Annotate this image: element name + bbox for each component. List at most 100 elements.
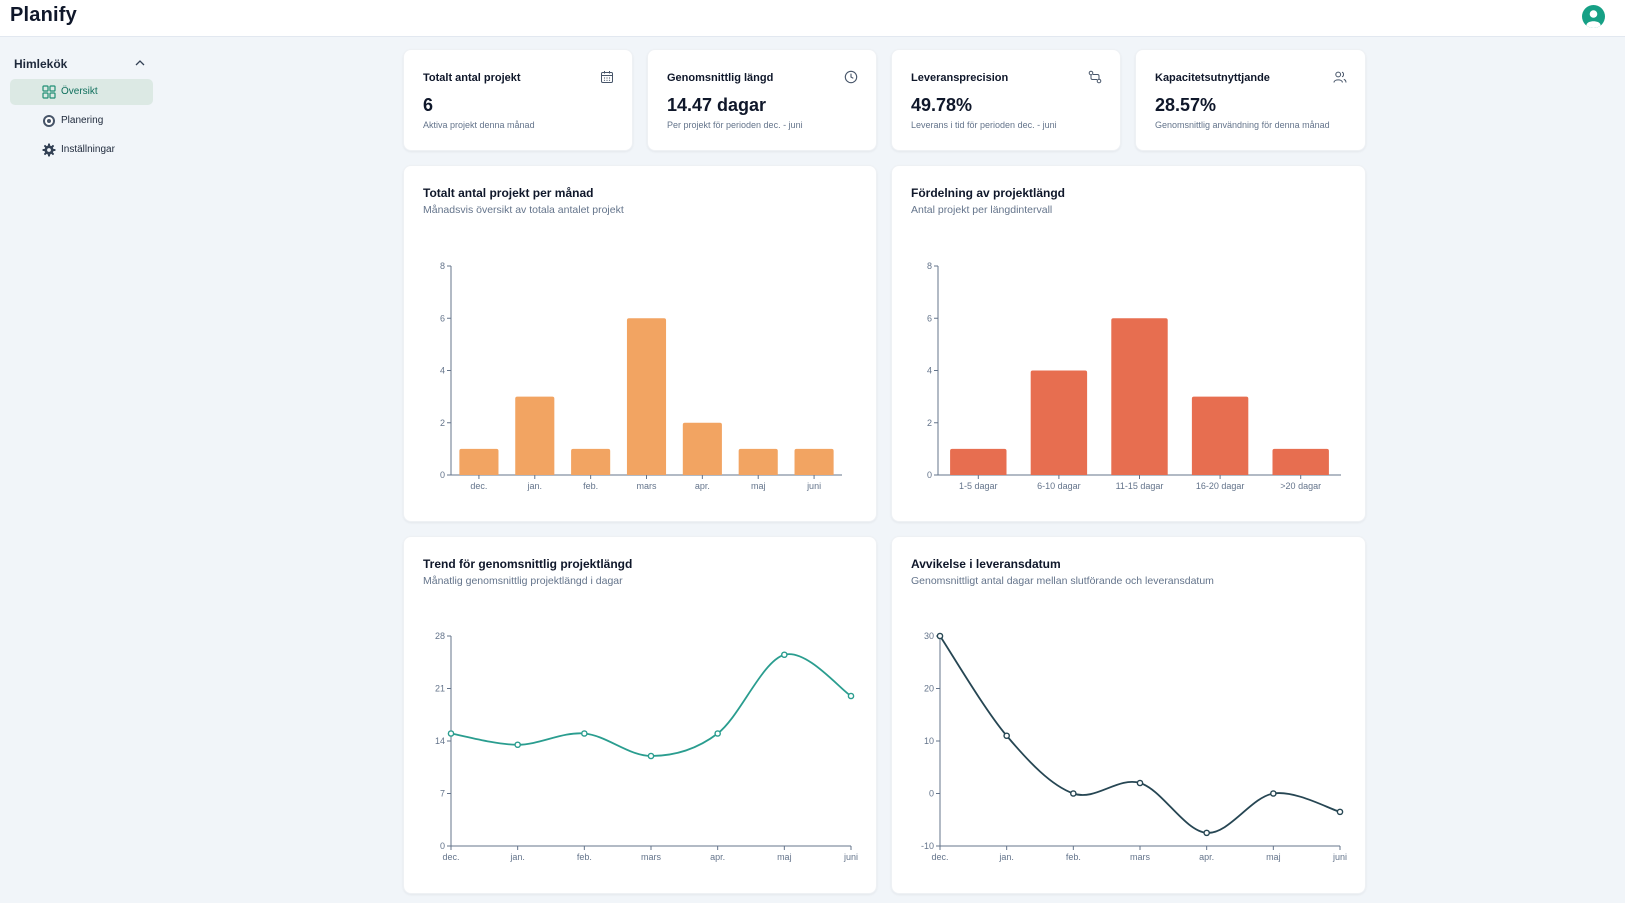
y-tick-label: 8 xyxy=(440,261,445,271)
data-point xyxy=(1003,732,1010,740)
y-tick-label: 10 xyxy=(924,736,934,746)
line-chart-delivery-deviation: -10 0 10 20 30 dec. jan. feb. mars apr. maj juni xyxy=(921,631,1347,862)
bar xyxy=(571,448,611,475)
users-icon xyxy=(1333,71,1347,83)
x-tick-label: juni xyxy=(806,481,821,491)
target-icon xyxy=(43,115,55,127)
data-point xyxy=(447,730,455,737)
data-point xyxy=(936,632,944,640)
x-tick-label: jan. xyxy=(509,852,525,862)
y-tick-label: 20 xyxy=(924,684,934,694)
stat-value: 6 xyxy=(423,95,434,115)
sidebar-group-header[interactable]: Himlekök xyxy=(14,55,148,75)
x-tick-label: >20 dagar xyxy=(1280,481,1321,491)
y-tick-label: 6 xyxy=(927,313,932,323)
bar-chart-projects-per-month: 0 2 4 6 8 dec. jan. feb. mars apr. maj juni xyxy=(440,261,842,491)
x-tick-label: maj xyxy=(777,852,792,862)
bar xyxy=(738,448,778,475)
x-tick-label: dec. xyxy=(470,481,487,491)
y-tick-label: 7 xyxy=(440,789,445,799)
bar xyxy=(1030,370,1088,475)
stat-card-average-length: Genomsnittlig längd 14.47 dagar Per proj… xyxy=(647,49,877,151)
dashboard-grid-icon xyxy=(42,85,56,99)
stat-subtitle: Aktiva projekt denna månad xyxy=(423,120,535,130)
y-tick-label: 14 xyxy=(435,736,445,746)
x-tick-label: juni xyxy=(843,852,858,862)
x-tick-label: 6-10 dagar xyxy=(1037,481,1081,491)
y-tick-label: 0 xyxy=(440,470,445,480)
stat-subtitle: Leverans i tid för perioden dec. - juni xyxy=(911,120,1057,130)
chevron-up-icon[interactable] xyxy=(135,59,145,67)
data-point xyxy=(1136,779,1144,787)
x-tick-label: 16-20 dagar xyxy=(1196,481,1245,491)
data-point xyxy=(1070,790,1077,797)
data-point xyxy=(647,752,655,760)
x-tick-label: apr. xyxy=(1199,852,1214,862)
y-tick-label: 21 xyxy=(435,684,445,694)
y-tick-label: 0 xyxy=(929,789,934,799)
x-tick-label: apr. xyxy=(710,852,725,862)
data-point xyxy=(714,730,721,737)
stat-card-delivery-precision: Leveransprecision 49.78% Leverans i tid … xyxy=(891,49,1121,151)
sidebar: Himlekök Översikt Planering Inställninga… xyxy=(0,37,165,903)
x-tick-label: dec. xyxy=(442,852,459,862)
data-point xyxy=(1203,829,1210,837)
x-tick-label: mars xyxy=(1130,852,1150,862)
stat-subtitle: Per projekt för perioden dec. - juni xyxy=(667,120,803,130)
sidebar-item-oversikt[interactable]: Översikt xyxy=(10,79,153,105)
bar xyxy=(950,448,1007,475)
clock-icon xyxy=(844,70,858,84)
data-point xyxy=(847,692,855,700)
y-tick-label: 0 xyxy=(440,841,445,851)
stat-title: Totalt antal projekt xyxy=(423,72,521,84)
top-bar: Planify xyxy=(0,0,1625,37)
bar-chart-length-distribution: 0 2 4 6 8 1-5 dagar 6-10 dagar 11-15 dagar 16-20… xyxy=(927,261,1341,491)
sidebar-item-label: Inställningar xyxy=(61,144,115,155)
sidebar-item-label: Översikt xyxy=(61,86,98,97)
y-tick-label: 28 xyxy=(435,631,445,641)
route-icon xyxy=(1088,70,1102,84)
x-tick-label: feb. xyxy=(583,481,598,491)
series-line xyxy=(450,653,852,757)
x-tick-label: juni xyxy=(1332,852,1347,862)
stat-card-capacity: Kapacitetsutnyttjande 28.57% Genomsnittl… xyxy=(1135,49,1366,151)
y-tick-label: 4 xyxy=(927,366,932,376)
app-logo[interactable]: Planify xyxy=(10,4,77,27)
stat-value: 28.57% xyxy=(1155,95,1217,115)
series-line xyxy=(939,635,1341,834)
y-tick-label: 0 xyxy=(927,470,932,480)
sidebar-item-planering[interactable]: Planering xyxy=(10,108,153,134)
x-tick-label: dec. xyxy=(931,852,948,862)
sidebar-group-label: Himlekök xyxy=(14,57,68,71)
bar xyxy=(626,318,667,475)
stat-title: Kapacitetsutnyttjande xyxy=(1155,72,1270,84)
y-tick-label: 30 xyxy=(924,631,934,641)
x-tick-label: maj xyxy=(751,481,766,491)
bar xyxy=(1191,396,1249,475)
bar xyxy=(459,448,499,475)
user-circle-icon[interactable] xyxy=(1582,5,1605,28)
data-point xyxy=(1336,808,1344,816)
sidebar-item-label: Planering xyxy=(61,115,104,126)
x-tick-label: 11-15 dagar xyxy=(1116,481,1164,491)
stat-value: 14.47 dagar xyxy=(667,95,767,115)
y-tick-label: -10 xyxy=(921,841,934,851)
y-tick-label: 4 xyxy=(440,366,445,376)
chart-card-delivery-deviation: Avvikelse i leveransdatum Genomsnittligt… xyxy=(891,536,1366,894)
bar xyxy=(682,422,722,475)
x-tick-label: feb. xyxy=(577,852,592,862)
x-tick-label: 1-5 dagar xyxy=(959,481,998,491)
data-point xyxy=(1270,790,1277,797)
bar xyxy=(1272,448,1329,475)
x-tick-label: maj xyxy=(1266,852,1281,862)
chart-card-length-distribution: Fördelning av projektlängd Antal projekt… xyxy=(891,165,1366,522)
x-tick-label: feb. xyxy=(1066,852,1081,862)
bar xyxy=(794,448,834,475)
sidebar-item-installningar[interactable]: Inställningar xyxy=(10,137,153,163)
stat-value: 49.78% xyxy=(911,95,973,115)
x-tick-label: jan. xyxy=(527,481,543,491)
x-tick-label: mars xyxy=(637,481,657,491)
x-tick-label: jan. xyxy=(998,852,1014,862)
gear-icon xyxy=(42,143,56,157)
y-tick-label: 2 xyxy=(927,418,932,428)
